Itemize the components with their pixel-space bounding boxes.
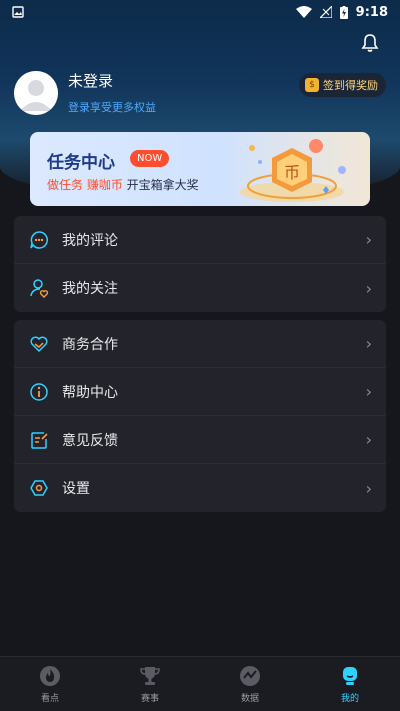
follow-user-icon xyxy=(28,277,50,299)
menu-item-feedback[interactable]: 意见反馈 › xyxy=(14,416,386,464)
menu-item-label: 我的关注 xyxy=(62,281,118,297)
tab-label: 数据 xyxy=(240,694,259,704)
profile-name[interactable]: 未登录 xyxy=(68,70,156,91)
task-center-subtitle: 做任务 赚咖币 开宝箱拿大奖 xyxy=(47,176,199,193)
login-prompt-link[interactable]: 登录享受更多权益 xyxy=(68,99,156,115)
signal-icon xyxy=(319,6,332,18)
feedback-icon xyxy=(28,429,50,451)
wifi-icon xyxy=(295,6,312,18)
menu-card-support: 商务合作 › 帮助中心 › 意见反馈 › 设置 › xyxy=(14,320,386,512)
chevron-right-icon: › xyxy=(365,278,372,298)
menu-item-label: 设置 xyxy=(62,481,90,497)
gallery-notification-icon xyxy=(12,6,24,18)
menu-card-personal: 我的评论 › 我的关注 › xyxy=(14,216,386,312)
comment-icon xyxy=(28,229,50,251)
menu-item-settings[interactable]: 设置 › xyxy=(14,464,386,512)
bell-icon xyxy=(361,34,379,52)
chevron-right-icon: › xyxy=(365,230,372,249)
info-icon xyxy=(28,381,50,403)
tab-matches[interactable]: 赛事 xyxy=(100,657,200,711)
signin-reward-button[interactable]: $ 签到得奖励 xyxy=(299,73,386,97)
status-time: 9:18 xyxy=(355,4,388,20)
task-subtitle-earn: 做任务 赚咖币 xyxy=(47,178,123,192)
flame-icon xyxy=(39,665,61,687)
menu-item-business[interactable]: 商务合作 › xyxy=(14,320,386,368)
chevron-right-icon: › xyxy=(365,382,372,401)
profile-section[interactable]: 未登录 登录享受更多权益 xyxy=(14,70,156,115)
menu-item-label: 帮助中心 xyxy=(62,384,118,401)
status-bar: 9:18 xyxy=(0,0,400,24)
chart-icon xyxy=(239,665,261,687)
settings-icon xyxy=(28,477,50,499)
menu-item-label: 意见反馈 xyxy=(62,432,118,449)
default-avatar-icon xyxy=(14,70,58,115)
profile-icon xyxy=(339,665,361,687)
tab-label: 看点 xyxy=(40,694,59,704)
menu-item-my-comments[interactable]: 我的评论 › xyxy=(14,216,386,264)
tab-data[interactable]: 数据 xyxy=(200,657,300,711)
menu-item-help-center[interactable]: 帮助中心 › xyxy=(14,368,386,416)
tab-mine[interactable]: 我的 xyxy=(300,657,400,711)
tab-label: 赛事 xyxy=(140,694,159,704)
menu-item-label: 商务合作 xyxy=(62,336,118,353)
chevron-right-icon: › xyxy=(365,334,372,353)
avatar[interactable] xyxy=(14,70,58,115)
treasure-coin-illustration: 币 xyxy=(240,139,346,202)
tab-label: 我的 xyxy=(340,694,359,704)
chevron-right-icon: › xyxy=(365,478,372,498)
bottom-tab-bar: 看点 赛事 数据 我的 xyxy=(0,656,400,711)
task-center-banner[interactable]: 任务中心 NOW 做任务 赚咖币 开宝箱拿大奖 币 xyxy=(30,132,370,206)
notification-bell-button[interactable] xyxy=(360,33,380,53)
svg-text:币: 币 xyxy=(284,163,300,182)
tab-highlights[interactable]: 看点 xyxy=(0,657,100,711)
now-badge: NOW xyxy=(130,150,170,167)
menu-item-label: 我的评论 xyxy=(62,232,118,249)
task-subtitle-chest: 开宝箱拿大奖 xyxy=(126,178,199,192)
coin-bag-icon: $ xyxy=(305,78,319,92)
menu-item-my-follows[interactable]: 我的关注 › xyxy=(14,264,386,312)
chevron-right-icon: › xyxy=(365,430,372,449)
handshake-icon xyxy=(28,333,50,355)
trophy-icon xyxy=(139,665,161,687)
battery-charging-icon xyxy=(339,5,348,19)
task-center-title: 任务中心 xyxy=(47,153,115,173)
signin-reward-label: 签到得奖励 xyxy=(323,79,378,92)
